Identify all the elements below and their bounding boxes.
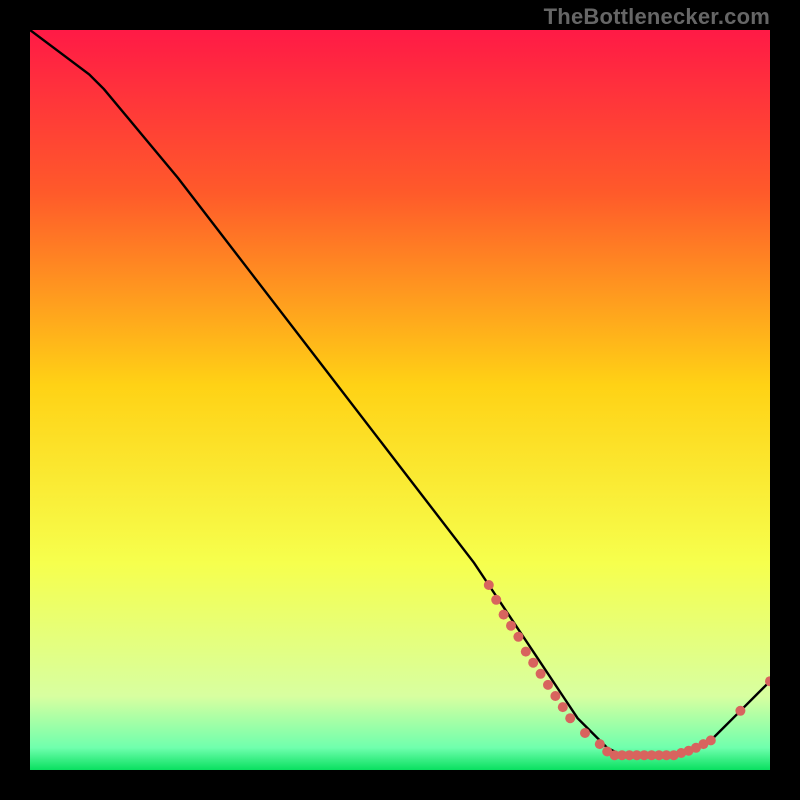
data-marker	[521, 647, 531, 657]
data-marker	[543, 680, 553, 690]
data-marker	[484, 580, 494, 590]
data-marker	[550, 691, 560, 701]
data-marker	[595, 739, 605, 749]
data-marker	[735, 706, 745, 716]
data-marker	[580, 728, 590, 738]
chart-frame: TheBottlenecker.com	[0, 0, 800, 800]
data-marker	[491, 595, 501, 605]
plot-area	[30, 30, 770, 770]
attribution-label: TheBottlenecker.com	[544, 4, 770, 30]
data-marker	[565, 713, 575, 723]
gradient-background	[30, 30, 770, 770]
data-marker	[513, 632, 523, 642]
data-marker	[558, 702, 568, 712]
data-marker	[528, 658, 538, 668]
chart-svg	[30, 30, 770, 770]
data-marker	[499, 610, 509, 620]
data-marker	[536, 669, 546, 679]
data-marker	[706, 735, 716, 745]
data-marker	[506, 621, 516, 631]
